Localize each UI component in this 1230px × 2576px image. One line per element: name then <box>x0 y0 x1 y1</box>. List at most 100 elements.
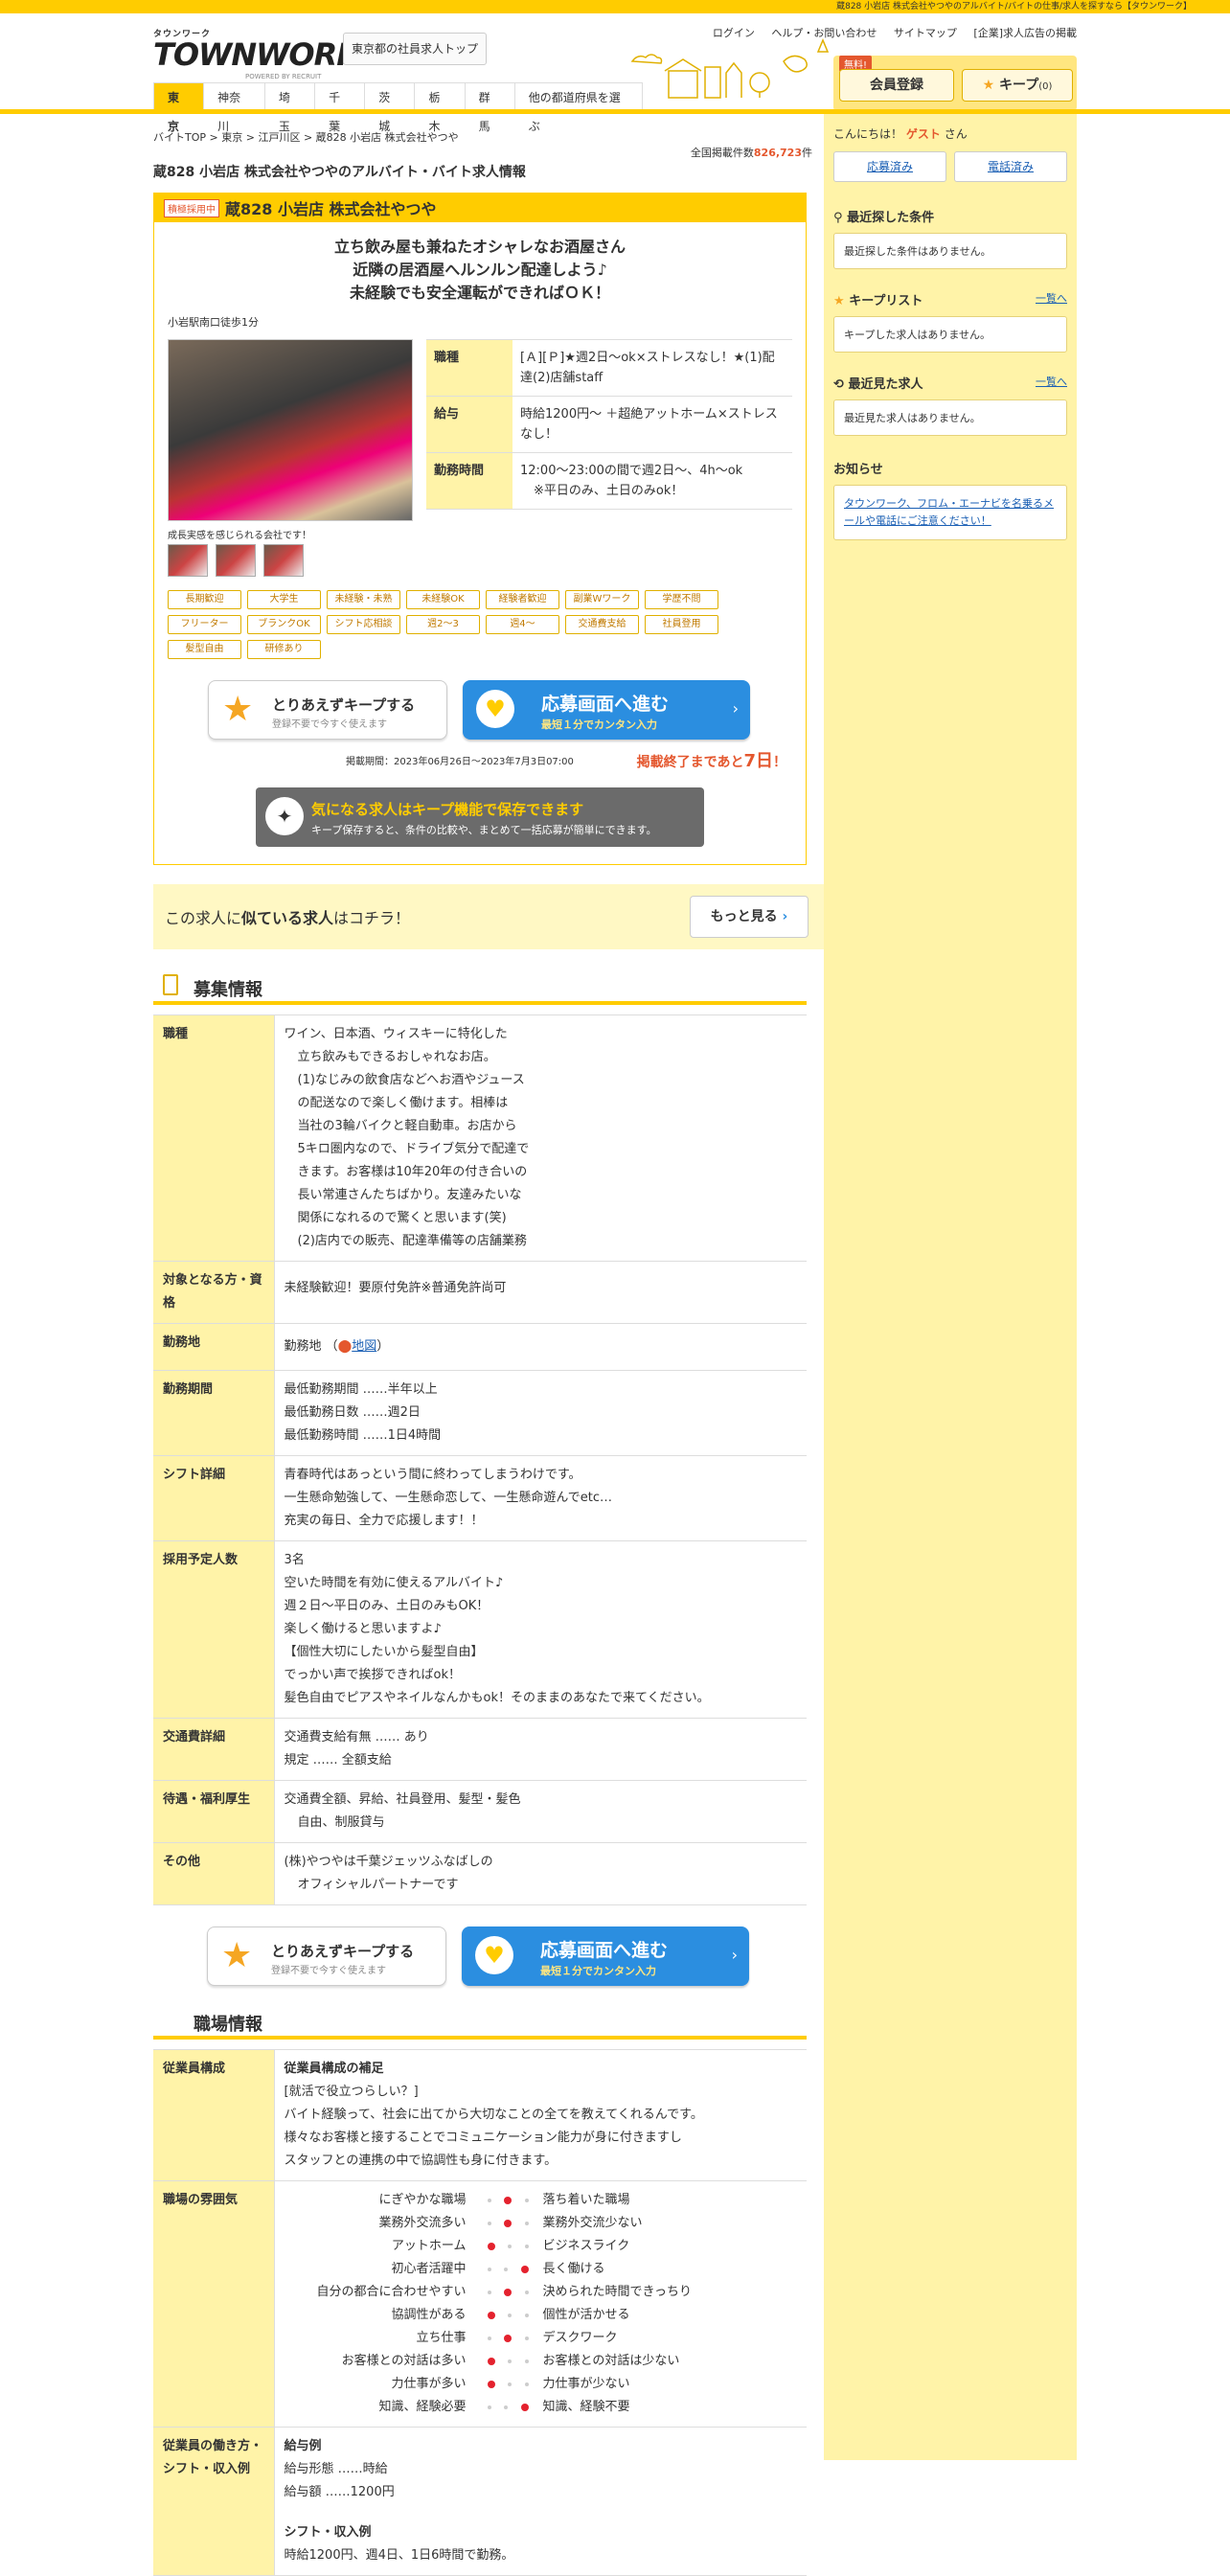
atmosphere-dot-selected <box>520 2266 529 2273</box>
tab-ibaraki[interactable]: 茨城 <box>364 82 416 133</box>
apply-cta-button[interactable]: ♥ 応募画面へ進む 最短１分でカンタン入力 › <box>462 1926 749 1986</box>
tab-gunma[interactable]: 群馬 <box>464 82 515 133</box>
recent-view-box: 最近見た求人はありません。 <box>833 399 1067 436</box>
atmosphere-left-label: 立ち仕事 <box>416 2331 467 2345</box>
sitemap-link[interactable]: サイトマップ <box>894 27 957 39</box>
table-row: 勤務期間 最低勤務期間 ……半年以上 最低勤務日数 ……週2日 最低勤務時間 …… <box>153 1370 807 1456</box>
table-row: シフト詳細 青春時代はあっという間に終わってしまうわけです。 一生懸命勉強して、… <box>153 1455 807 1541</box>
keep-cta-button[interactable]: ★ とりあえずキープする 登録不要で今すぐ使えます <box>208 680 447 740</box>
atmosphere-dot <box>524 2359 529 2363</box>
recruit-info-heading: 募集情報 <box>153 970 807 1005</box>
tag[interactable]: ブランクOK <box>247 615 321 634</box>
chevron-right-icon: › <box>782 909 788 924</box>
tab-saitama[interactable]: 埼玉 <box>263 82 316 133</box>
atmosphere-dot-selected <box>504 2197 512 2204</box>
tag[interactable]: フリーター <box>168 615 241 634</box>
register-button[interactable]: 会員登録 <box>839 69 954 102</box>
atmosphere-dot-selected <box>488 2312 496 2319</box>
atmosphere-right-label: 知識、経験不要 <box>542 2400 630 2414</box>
main-photo[interactable] <box>168 339 413 521</box>
tag[interactable]: 経験者歓迎 <box>486 590 559 609</box>
job-card: 積極採用中 蔵828 小岩店 株式会社やつや 立ち飲み屋も兼ねたオシャレなお酒屋… <box>153 193 807 865</box>
tag[interactable]: 未経験OK <box>406 590 480 609</box>
atmosphere-dot-selected <box>520 2404 529 2411</box>
atmosphere-dot-selected <box>488 2381 496 2388</box>
atmosphere-indicator <box>474 2327 543 2350</box>
tab-tokyo[interactable]: 東京 <box>153 82 205 133</box>
table-row: 給与 時給1200円〜 ＋超絶アットホーム×ストレスなし！ <box>426 396 792 453</box>
table-row: 勤務地 勤務地 （⬤地図） <box>153 1323 807 1371</box>
thumbnail[interactable] <box>216 544 256 577</box>
tag[interactable]: 長期歓迎 <box>168 590 241 609</box>
more-similar-button[interactable]: もっと見る › <box>690 896 809 938</box>
thumbnail[interactable] <box>168 544 208 577</box>
atmosphere-indicator <box>474 2189 543 2212</box>
tab-other-prefectures[interactable]: 他の都道府県を選ぶ <box>513 82 643 133</box>
member-box: 無料! 会員登録 ★ キープ(0) <box>833 56 1077 111</box>
job-header: 積極採用中 蔵828 小岩店 株式会社やつや <box>154 194 806 222</box>
tab-tochigi[interactable]: 栃木 <box>414 82 466 133</box>
tag[interactable]: シフト応相談 <box>327 615 400 634</box>
atmosphere-indicator <box>474 2212 543 2235</box>
atmosphere-dot <box>488 2222 492 2225</box>
tag[interactable]: 週4〜 <box>486 615 559 634</box>
townwork-logo[interactable]: タウンワーク TOWNWORK POWERED BY RECRUIT <box>153 27 360 80</box>
notice-link[interactable]: タウンワーク、フロム・エーナビを名乗るメールや電話にご注意ください！ <box>844 497 1054 527</box>
atmosphere-dot <box>504 2405 509 2409</box>
tag[interactable]: 学歴不問 <box>645 590 718 609</box>
mascot-icon: ✦ <box>265 797 304 835</box>
tab-kanagawa[interactable]: 神奈川 <box>203 82 265 133</box>
keep-list-more-link[interactable]: 一覧へ <box>1036 290 1067 306</box>
apply-cta-button[interactable]: ♥ 応募画面へ進む 最短１分でカンタン入力 › <box>463 680 750 740</box>
greeting: こんにちは！ ゲスト さん <box>833 127 968 141</box>
tag[interactable]: 週2〜3 <box>406 615 480 634</box>
tag[interactable]: 交通費支給 <box>565 615 639 634</box>
thumbnail[interactable] <box>263 544 304 577</box>
atmosphere-dot <box>508 2382 512 2386</box>
keep-button[interactable]: ★ キープ(0) <box>962 69 1073 102</box>
breadcrumb-tokyo[interactable]: 東京 <box>221 131 242 144</box>
atmosphere-right-label: お客様との対話は少ない <box>542 2354 680 2368</box>
tag[interactable]: 社員登用 <box>645 615 718 634</box>
tag[interactable]: 研修あり <box>247 640 321 659</box>
similar-jobs-bar: この求人に似ている求人はコチラ！ もっと見る › <box>153 884 824 949</box>
recent-search-heading: ⚲ 最近探した条件 <box>833 211 935 225</box>
tag[interactable]: 大学生 <box>247 590 321 609</box>
page-title: 蔵828 小岩店 株式会社やつやのアルバイト・バイト求人情報 <box>153 165 526 180</box>
star-icon: ★ <box>833 294 845 308</box>
called-button[interactable]: 電話済み <box>954 151 1067 182</box>
atmosphere-left-label: 知識、経験必要 <box>378 2400 467 2414</box>
keep-feature-banner[interactable]: ✦ 気になる求人はキープ機能で保存できます キープ保存すると、条件の比較や、まと… <box>256 787 704 847</box>
atmosphere-right-label: 落ち着いた職場 <box>542 2193 630 2207</box>
job-name: 蔵828 小岩店 株式会社やつや <box>225 200 437 218</box>
atmosphere-dot-selected <box>488 2243 496 2250</box>
breadcrumb-edogawa[interactable]: 江戸川区 <box>258 131 300 144</box>
cta-row: ★ とりあえずキープする 登録不要で今すぐ使えます ♥ 応募画面へ進む 最短１分… <box>154 680 806 747</box>
active-hiring-badge: 積極採用中 <box>164 198 219 217</box>
atmosphere-dot <box>524 2245 529 2248</box>
atmosphere-dot <box>488 2291 492 2294</box>
applied-button[interactable]: 応募済み <box>833 151 946 182</box>
atmosphere-dot <box>508 2245 512 2248</box>
atmosphere-right-label: デスクワーク <box>542 2331 618 2345</box>
employer-link[interactable]: [企業]求人広告の掲載 <box>973 27 1077 39</box>
tag[interactable]: 髪型自由 <box>168 640 241 659</box>
breadcrumb-top[interactable]: バイトTOP <box>153 131 206 144</box>
keep-cta-button[interactable]: ★ とりあえずキープする 登録不要で今すぐ使えます <box>207 1926 446 1986</box>
top-strip: 蔵828 小岩店 株式会社やつやのアルバイト/バイトの仕事/求人を探すなら【タウ… <box>0 0 1230 13</box>
atmosphere-scale: にぎやかな職場 落ち着いた職場 業務外交流多い 業務外交流少ない アットホーム ビジネスラ… <box>285 2189 798 2419</box>
tag[interactable]: 副業Wワーク <box>565 590 639 609</box>
atmosphere-dot-selected <box>504 2335 512 2342</box>
atmosphere-dot <box>488 2405 492 2409</box>
atmosphere-dot-selected <box>504 2220 512 2227</box>
table-row: 職種 [Ａ][Ｐ]★週2日〜ok×ストレスなし！★(1)配達(2)店舗staff <box>426 339 792 397</box>
map-link[interactable]: 地図 <box>352 1339 376 1354</box>
recent-view-more-link[interactable]: 一覧へ <box>1036 374 1067 389</box>
prefecture-tabs: 東京 神奈川 埼玉 千葉 茨城 栃木 群馬 他の都道府県を選ぶ <box>153 82 643 133</box>
tab-chiba[interactable]: 千葉 <box>314 82 366 133</box>
tag[interactable]: 未経験・未熟 <box>327 590 400 609</box>
mascot-icon: ♥ <box>475 1936 513 1974</box>
tokyo-top-button[interactable]: 東京都の社員求人トップ <box>343 33 487 65</box>
atmosphere-dot <box>504 2268 509 2271</box>
recent-view-heading: ⟲ 最近見た求人 一覧へ <box>833 374 1067 392</box>
